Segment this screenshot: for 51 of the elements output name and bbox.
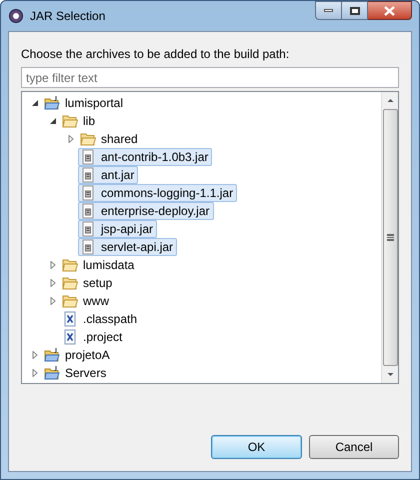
project-folder-icon: [44, 95, 60, 111]
project-folder-icon: [44, 365, 60, 381]
tree-item[interactable]: www: [60, 292, 113, 310]
folder-icon: [62, 113, 78, 129]
jar-file-icon: [80, 221, 96, 237]
tree-item[interactable]: .classpath: [60, 310, 142, 328]
jar-file-icon: [80, 203, 96, 219]
expand-arrow-icon[interactable]: [31, 369, 39, 377]
tree-item[interactable]: setup: [60, 274, 116, 292]
tree-item[interactable]: lumisportal: [42, 94, 128, 112]
folder-icon: [62, 275, 78, 291]
expand-arrow-icon[interactable]: [49, 297, 57, 305]
tree-item[interactable]: Servers: [42, 364, 110, 382]
scrollbar[interactable]: [381, 92, 398, 383]
expand-arrow-icon[interactable]: [67, 135, 75, 143]
tree-item[interactable]: shared: [78, 130, 142, 148]
tree-item[interactable]: jsp-api.jar: [78, 220, 158, 238]
tree-item[interactable]: lumisdata: [60, 256, 138, 274]
window-title: JAR Selection: [30, 8, 106, 25]
ok-button[interactable]: OK: [211, 435, 302, 459]
jar-file-icon: [80, 185, 96, 201]
expand-arrow-icon[interactable]: [31, 351, 39, 359]
tree-item[interactable]: projetoA: [42, 346, 114, 364]
tree-item[interactable]: servlet-api.jar: [78, 238, 178, 256]
close-icon: [384, 6, 395, 16]
tree-item[interactable]: ant.jar: [78, 166, 138, 184]
xml-file-icon: [62, 329, 78, 345]
jar-file-icon: [80, 239, 96, 255]
jar-file-icon: [80, 149, 96, 165]
folder-icon: [62, 257, 78, 273]
tree-item[interactable]: lib: [60, 112, 100, 130]
prompt-label: Choose the archives to be added to the build path:: [21, 46, 290, 62]
cancel-button[interactable]: Cancel: [309, 435, 399, 459]
project-folder-icon: [44, 347, 60, 363]
filter-field[interactable]: type filter text: [21, 67, 399, 88]
collapse-arrow-icon[interactable]: [49, 117, 57, 125]
tree-item[interactable]: ant-contrib-1.0b3.jar: [78, 148, 212, 166]
expand-arrow-icon[interactable]: [49, 261, 57, 269]
collapse-arrow-icon[interactable]: [31, 99, 39, 107]
jar-file-icon: [80, 167, 96, 183]
tree-item[interactable]: .project: [60, 328, 126, 346]
scroll-thumb[interactable]: [382, 109, 398, 366]
tree-item[interactable]: commons-logging-1.1.jar: [78, 184, 238, 202]
close-button[interactable]: [368, 1, 412, 20]
folder-icon: [62, 293, 78, 309]
tree-item[interactable]: enterprise-deploy.jar: [78, 202, 214, 220]
minimize-button[interactable]: [315, 1, 342, 20]
folder-icon: [80, 131, 96, 147]
maximize-button[interactable]: [342, 1, 368, 20]
expand-arrow-icon[interactable]: [49, 279, 57, 287]
xml-file-icon: [62, 311, 78, 327]
